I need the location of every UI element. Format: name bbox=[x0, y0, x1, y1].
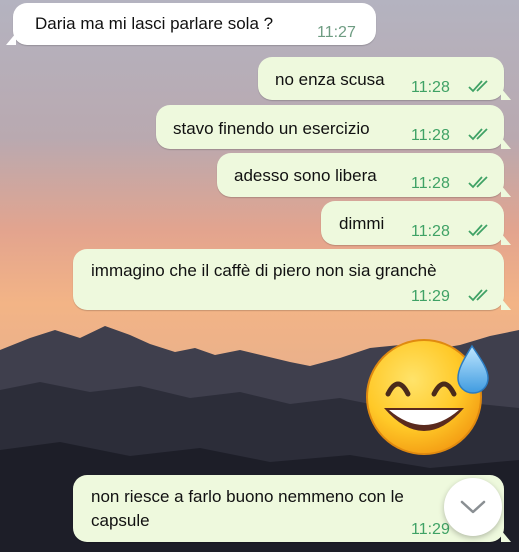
message-text: no enza scusa bbox=[275, 70, 385, 89]
bubble-tail bbox=[501, 137, 511, 149]
message-text: adesso sono libera bbox=[234, 166, 377, 185]
message-bubble-outgoing[interactable]: dimmi 11:28 bbox=[321, 201, 511, 245]
bubble-tail bbox=[501, 233, 511, 245]
double-check-icon bbox=[468, 176, 488, 189]
grinning-face-with-sweat-emoji[interactable] bbox=[362, 332, 490, 456]
bubble-tail bbox=[6, 33, 16, 45]
message-text-line-1: non riesce a farlo buono nemmeno con le bbox=[91, 487, 404, 506]
message-bubble-outgoing[interactable]: adesso sono libera 11:28 bbox=[217, 153, 511, 197]
message-time: 11:29 bbox=[411, 288, 450, 305]
message-bubble-outgoing[interactable]: immagino che il caffè di piero non sia g… bbox=[73, 249, 511, 310]
message-time: 11:28 bbox=[411, 127, 450, 144]
bubble-tail bbox=[501, 185, 511, 197]
message-bubble-outgoing[interactable]: stavo finendo un esercizio 11:28 bbox=[156, 105, 511, 149]
double-check-icon bbox=[468, 80, 488, 93]
double-check-icon bbox=[468, 224, 488, 237]
bubble-tail bbox=[501, 530, 511, 542]
message-text-line-2: capsule bbox=[91, 511, 150, 530]
chevron-down-icon bbox=[460, 500, 486, 514]
message-time: 11:28 bbox=[411, 175, 450, 192]
message-text: stavo finendo un esercizio bbox=[173, 119, 370, 138]
message-text: Daria ma mi lasci parlare sola ? bbox=[35, 14, 274, 33]
double-check-icon bbox=[468, 289, 488, 302]
message-text: dimmi bbox=[339, 214, 385, 233]
message-time: 11:27 bbox=[317, 24, 356, 41]
message-text: immagino che il caffè di piero non sia g… bbox=[91, 261, 437, 280]
double-check-icon bbox=[468, 128, 488, 141]
message-bubble-outgoing[interactable]: no enza scusa 11:28 bbox=[258, 57, 511, 100]
scroll-to-bottom-button[interactable] bbox=[444, 478, 502, 536]
message-bubble-outgoing[interactable]: non riesce a farlo buono nemmeno con le … bbox=[73, 475, 511, 542]
message-time: 11:28 bbox=[411, 79, 450, 96]
message-bubble-incoming[interactable]: Daria ma mi lasci parlare sola ? 11:27 bbox=[6, 3, 376, 45]
bubble-tail bbox=[501, 298, 511, 310]
message-time: 11:29 bbox=[411, 521, 450, 538]
bubble-tail bbox=[501, 88, 511, 100]
message-time: 11:28 bbox=[411, 223, 450, 240]
